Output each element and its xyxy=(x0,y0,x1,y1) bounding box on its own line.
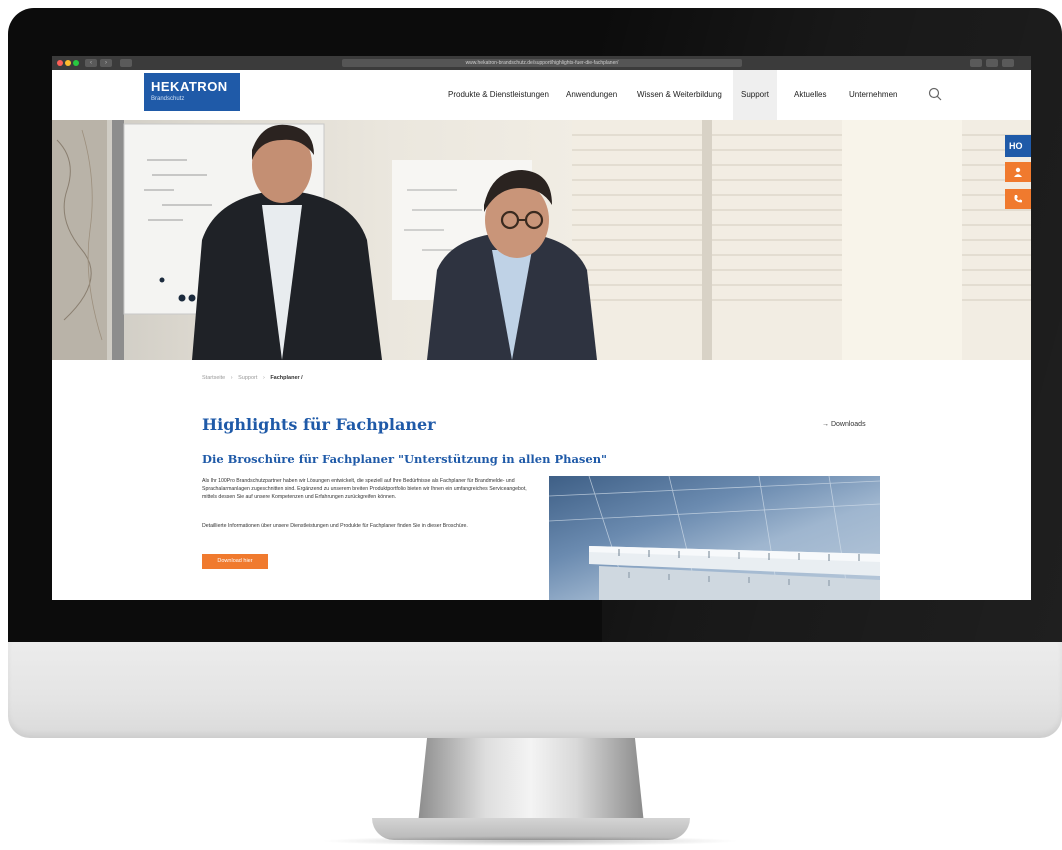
share-button[interactable] xyxy=(970,59,982,67)
intro-paragraph: Als Ihr 100Pro Brandschutzpartner haben … xyxy=(202,478,527,501)
forward-button[interactable]: › xyxy=(100,59,112,67)
nav-item-anwendungen[interactable]: Anwendungen xyxy=(566,70,617,120)
monitor-stand-neck xyxy=(418,738,644,824)
person-icon xyxy=(1014,167,1022,177)
close-window-button[interactable] xyxy=(57,60,63,66)
hero-image xyxy=(52,120,1031,360)
phone-icon xyxy=(1014,195,1022,203)
nav-item-support[interactable]: Support xyxy=(733,70,778,120)
new-tab-button[interactable] xyxy=(986,59,998,67)
phone-button[interactable] xyxy=(1005,189,1031,209)
side-hekatron-button[interactable]: HO xyxy=(1005,135,1031,157)
search-icon[interactable] xyxy=(928,87,942,101)
details-paragraph: Detaillierte Informationen über unsere D… xyxy=(202,523,468,529)
section-subtitle: Die Broschüre für Fachplaner "Unterstütz… xyxy=(202,452,608,466)
screen: ‹ › www.hekatron-brandschutz.de/support/… xyxy=(52,56,1031,600)
nav-item-wissen[interactable]: Wissen & Weiterbildung xyxy=(637,70,722,120)
logo-name: HEKATRON xyxy=(151,79,228,94)
nav-item-produkte[interactable]: Produkte & Dienstleistungen xyxy=(448,70,549,120)
contact-person-button[interactable] xyxy=(1005,162,1031,182)
tabs-overview-button[interactable] xyxy=(1002,59,1014,67)
logo-subtitle: Brandschutz xyxy=(151,96,185,102)
download-button[interactable]: Download hier xyxy=(202,554,268,569)
breadcrumb-separator: › xyxy=(230,375,233,381)
nav-item-aktuelles[interactable]: Aktuelles xyxy=(794,70,826,120)
downloads-link[interactable]: → Downloads xyxy=(822,421,866,428)
stand-shadow xyxy=(320,836,740,846)
hekatron-logo[interactable]: HEKATRON Brandschutz xyxy=(144,73,240,111)
sidebar-toggle-button[interactable] xyxy=(120,59,132,67)
hero-photo-two-men xyxy=(52,120,1031,360)
breadcrumb-separator: › xyxy=(262,375,265,381)
breadcrumb-item-current: Fachplaner / xyxy=(270,375,303,381)
brochure-image xyxy=(549,476,880,600)
monitor-chin xyxy=(8,642,1062,738)
breadcrumb: Startseite › Support › Fachplaner / xyxy=(202,375,303,381)
breadcrumb-item-support[interactable]: Support xyxy=(238,375,257,381)
page-title: Highlights für Fachplaner xyxy=(202,415,436,434)
breadcrumb-item-startseite[interactable]: Startseite xyxy=(202,375,225,381)
browser-toolbar: ‹ › www.hekatron-brandschutz.de/support/… xyxy=(52,56,1031,71)
scale-ruler-photo xyxy=(549,476,880,600)
nav-item-unternehmen[interactable]: Unternehmen xyxy=(849,70,897,120)
minimize-window-button[interactable] xyxy=(65,60,71,66)
maximize-window-button[interactable] xyxy=(73,60,79,66)
address-bar[interactable]: www.hekatron-brandschutz.de/support/high… xyxy=(342,59,742,67)
site-header: HEKATRON Brandschutz Produkte & Dienstle… xyxy=(52,70,1031,121)
back-button[interactable]: ‹ xyxy=(85,59,97,67)
